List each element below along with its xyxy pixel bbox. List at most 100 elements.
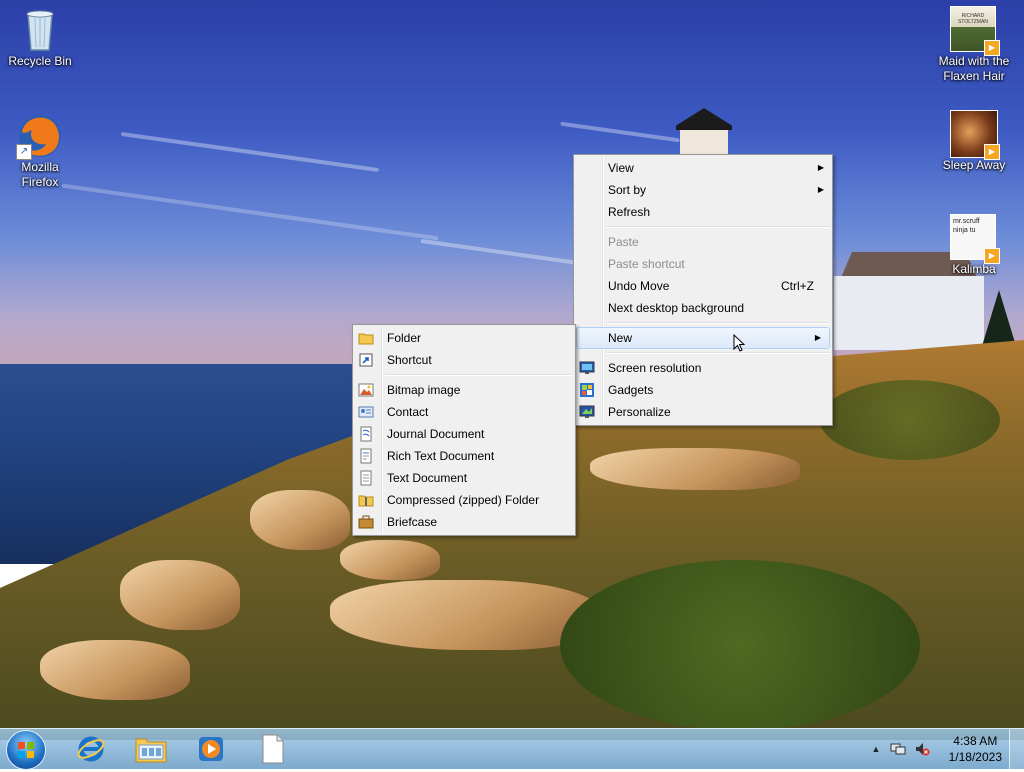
album-art-icon: mr.scruff ninja tu ▶ <box>950 214 1000 264</box>
play-badge-icon: ▶ <box>984 248 1000 264</box>
taskbar-file-explorer[interactable] <box>124 732 178 766</box>
menu-item-label: Paste shortcut <box>608 257 685 271</box>
menu-item-view[interactable]: View ▶ <box>574 157 832 179</box>
desktop-icon-sleep-away[interactable]: ▶ Sleep Away <box>934 110 1014 173</box>
folder-icon <box>358 330 374 346</box>
new-submenu: Folder Shortcut Bitmap image Contact Jou… <box>352 324 576 536</box>
recycle-bin-icon <box>16 6 64 54</box>
menu-item-label: Gadgets <box>608 383 654 397</box>
play-badge-icon: ▶ <box>984 144 1000 160</box>
personalize-icon <box>579 404 595 420</box>
menu-item-new[interactable]: New ▶ <box>576 327 830 349</box>
menu-item-label: Bitmap image <box>387 383 461 397</box>
menu-item-label: Rich Text Document <box>387 449 495 463</box>
menu-item-label: Briefcase <box>387 515 438 529</box>
new-item-folder[interactable]: Folder <box>353 327 575 349</box>
menu-item-label: Compressed (zipped) Folder <box>387 493 540 507</box>
menu-item-label: Shortcut <box>387 353 432 367</box>
menu-item-label: Next desktop background <box>608 301 745 315</box>
desktop-icon-kalimba[interactable]: mr.scruff ninja tu ▶ Kalimba <box>934 214 1014 277</box>
text-document-icon <box>358 470 374 486</box>
desktop-icon-label: Kalimba <box>952 262 996 276</box>
menu-separator <box>606 352 830 354</box>
submenu-arrow-icon: ▶ <box>814 333 821 342</box>
album-art-icon: ▶ <box>950 110 1000 160</box>
taskbar-clock[interactable]: 4:38 AM 1/18/2023 <box>949 733 1002 765</box>
firefox-icon: ↗ <box>16 112 64 160</box>
zip-folder-icon <box>358 492 374 508</box>
menu-item-screen-resolution[interactable]: Screen resolution <box>574 357 832 379</box>
taskbar-internet-explorer[interactable] <box>64 732 118 766</box>
clock-time: 4:38 AM <box>953 734 998 748</box>
menu-item-label: Text Document <box>387 471 468 485</box>
contact-icon <box>358 404 374 420</box>
menu-item-paste-shortcut[interactable]: Paste shortcut <box>574 253 832 275</box>
menu-separator <box>606 226 830 228</box>
taskbar-media-player[interactable] <box>184 732 238 766</box>
shortcut-overlay-icon: ↗ <box>16 144 32 160</box>
menu-separator <box>385 374 573 376</box>
journal-icon <box>358 426 374 442</box>
menu-item-label: Refresh <box>608 205 651 219</box>
taskbar: ▲ 4:38 AM 1/18/2023 <box>0 728 1024 770</box>
menu-item-label: View <box>608 161 634 175</box>
menu-item-next-desktop-background[interactable]: Next desktop background <box>574 297 832 319</box>
blank-document-icon <box>262 734 284 764</box>
bitmap-icon <box>358 382 374 398</box>
network-icon[interactable] <box>890 741 906 757</box>
new-item-compressed-zipped-folder[interactable]: Compressed (zipped) Folder <box>353 489 575 511</box>
new-item-briefcase[interactable]: Briefcase <box>353 511 575 533</box>
volume-muted-icon[interactable] <box>914 741 930 757</box>
internet-explorer-icon <box>77 736 105 762</box>
wallpaper-rock <box>120 560 240 630</box>
briefcase-icon <box>358 514 374 530</box>
desktop-icon-label: Maid with the Flaxen Hair <box>938 54 1010 83</box>
media-player-icon <box>199 737 223 761</box>
menu-item-label: Undo Move <box>608 279 670 293</box>
menu-item-paste[interactable]: Paste <box>574 231 832 253</box>
desktop-context-menu: View ▶ Sort by ▶ Refresh Paste Paste sho… <box>573 154 833 426</box>
new-item-text-document[interactable]: Text Document <box>353 467 575 489</box>
new-item-rich-text-document[interactable]: Rich Text Document <box>353 445 575 467</box>
menu-item-label: Screen resolution <box>608 361 702 375</box>
show-hidden-icons-button[interactable]: ▲ <box>868 741 884 757</box>
desktop-icon-maid-with-the-flaxen-hair[interactable]: RICHARD STOLTZMAN ▶ Maid with the Flaxen… <box>934 6 1014 84</box>
gadgets-icon <box>579 382 595 398</box>
wallpaper-rock <box>340 540 440 580</box>
menu-separator <box>606 322 830 324</box>
menu-item-refresh[interactable]: Refresh <box>574 201 832 223</box>
menu-item-sort-by[interactable]: Sort by ▶ <box>574 179 832 201</box>
menu-item-accelerator: Ctrl+Z <box>781 279 814 293</box>
desktop-icon-recycle-bin[interactable]: Recycle Bin <box>0 6 80 69</box>
show-desktop-button[interactable] <box>1009 729 1024 769</box>
new-item-shortcut[interactable]: Shortcut <box>353 349 575 371</box>
menu-item-undo-move[interactable]: Undo Move Ctrl+Z <box>574 275 832 297</box>
wallpaper-rock <box>590 448 800 490</box>
menu-item-gadgets[interactable]: Gadgets <box>574 379 832 401</box>
clock-date: 1/18/2023 <box>948 750 1002 764</box>
new-item-journal-document[interactable]: Journal Document <box>353 423 575 445</box>
desktop-icon-label: Sleep Away <box>942 158 1006 172</box>
menu-item-label: Journal Document <box>387 427 485 441</box>
screen-resolution-icon <box>579 360 595 376</box>
menu-item-label: Sort by <box>608 183 647 197</box>
menu-item-label: Personalize <box>608 405 671 419</box>
new-item-bitmap-image[interactable]: Bitmap image <box>353 379 575 401</box>
submenu-arrow-icon: ▶ <box>817 163 824 172</box>
menu-item-label: Folder <box>387 331 422 345</box>
menu-item-personalize[interactable]: Personalize <box>574 401 832 423</box>
desktop-icon-firefox[interactable]: ↗ Mozilla Firefox <box>0 112 80 190</box>
wallpaper-rock <box>250 490 350 550</box>
wallpaper-rock <box>40 640 190 700</box>
windows-logo-icon <box>18 742 34 758</box>
wallpaper-bush <box>560 560 920 730</box>
menu-item-label: Paste <box>608 235 639 249</box>
new-item-contact[interactable]: Contact <box>353 401 575 423</box>
start-button[interactable] <box>6 730 46 770</box>
album-art-icon: RICHARD STOLTZMAN ▶ <box>950 6 1000 56</box>
play-badge-icon: ▶ <box>984 40 1000 56</box>
menu-item-label: Contact <box>387 405 429 419</box>
taskbar-document[interactable] <box>246 732 300 766</box>
desktop-icon-label: Recycle Bin <box>8 54 72 68</box>
menu-item-label: New <box>608 331 633 345</box>
